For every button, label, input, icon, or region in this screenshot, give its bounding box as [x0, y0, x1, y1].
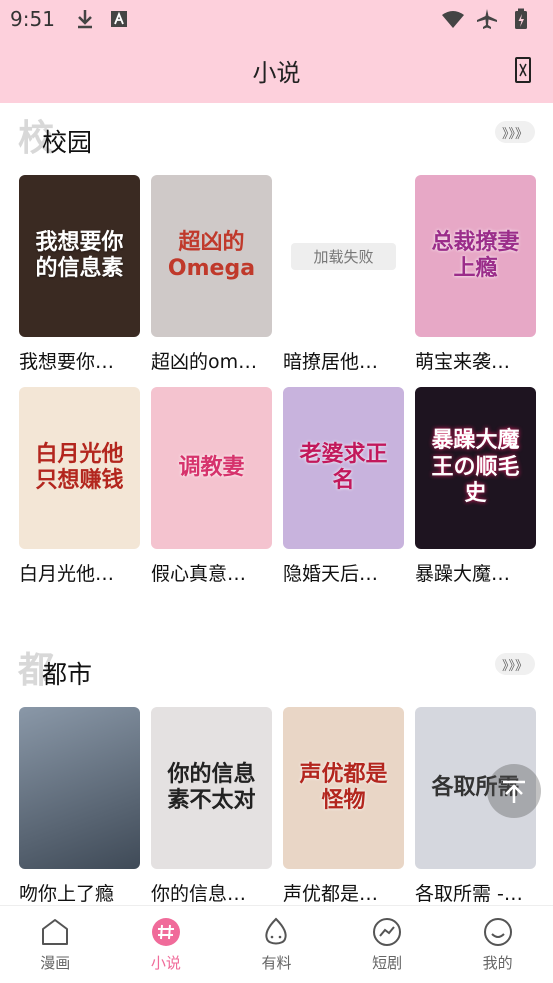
scroll-top-button[interactable]	[487, 764, 541, 818]
book-title[interactable]: 我想要你…	[19, 347, 140, 374]
nav-item-shortdrama[interactable]: 短剧	[332, 906, 443, 983]
book-grid-campus: 我想要你的信息素 我想要你… 超凶的Omega 超凶的om… 加载失败 暗撩居他…	[0, 175, 553, 599]
book-card[interactable]: 加载失败 暗撩居他…	[283, 175, 404, 387]
wifi-icon	[441, 7, 465, 31]
book-grid-city: 吻你上了瘾 你的信息素不太对 你的信息… 声优都是怪物 声优都是… 各取所需 各…	[0, 707, 553, 905]
book-card[interactable]: 我想要你的信息素 我想要你…	[19, 175, 140, 387]
book-card[interactable]: 吻你上了瘾	[19, 707, 140, 905]
book-title[interactable]: 声优都是…	[283, 879, 404, 905]
search-button[interactable]	[515, 57, 531, 83]
bottom-nav: 漫画 小说 有料 短剧 我的	[0, 905, 553, 983]
book-cover[interactable]: 暴躁大魔王の顺毛史	[415, 387, 536, 549]
smile-icon	[482, 916, 514, 948]
section-title: 都市	[42, 660, 93, 689]
book-title[interactable]: 吻你上了瘾	[19, 879, 140, 905]
book-card[interactable]: 暴躁大魔王の顺毛史 暴躁大魔…	[415, 387, 536, 599]
book-cover[interactable]: 超凶的Omega	[151, 175, 272, 337]
cover-title: 调教妻	[178, 454, 245, 480]
cover-title	[74, 782, 86, 794]
book-cover[interactable]: 加载失败	[283, 175, 404, 337]
book-card[interactable]: 老婆求正名 隐婚天后…	[283, 387, 404, 599]
book-title[interactable]: 假心真意…	[151, 559, 272, 586]
book-card[interactable]: 白月光他只想赚钱 白月光他…	[19, 387, 140, 599]
book-title[interactable]: 隐婚天后…	[283, 559, 404, 586]
section-more-button[interactable]: 》》》	[495, 121, 535, 143]
download-icon	[73, 7, 97, 31]
cover-title: 老婆求正名	[299, 441, 388, 493]
status-time: 9:51	[10, 7, 55, 31]
book-title[interactable]: 白月光他…	[19, 559, 140, 586]
book-title[interactable]: 各取所需 -…	[415, 879, 536, 905]
book-title[interactable]: 你的信息…	[151, 879, 272, 905]
book-cover[interactable]: 总裁撩妻上瘾	[415, 175, 536, 337]
cover-title: 暴躁大魔王の顺毛史	[431, 428, 520, 507]
book-card[interactable]: 你的信息素不太对 你的信息…	[151, 707, 272, 905]
app-header: 小说	[0, 38, 553, 103]
cover-title: 超凶的Omega	[167, 229, 256, 281]
book-cover[interactable]: 老婆求正名	[283, 387, 404, 549]
book-cover[interactable]: 我想要你的信息素	[19, 175, 140, 337]
comic-icon	[39, 916, 71, 948]
nav-label: 我的	[482, 954, 513, 972]
book-cover[interactable]: 声优都是怪物	[283, 707, 404, 869]
nav-label: 小说	[150, 954, 181, 972]
book-cover[interactable]: 你的信息素不太对	[151, 707, 272, 869]
section-header-campus: 校 校园 》》》	[0, 103, 553, 175]
nav-item-comic[interactable]: 漫画	[0, 906, 111, 983]
book-title[interactable]: 超凶的om…	[151, 347, 272, 374]
book-cover[interactable]: 白月光他只想赚钱	[19, 387, 140, 549]
page-title: 小说	[252, 59, 301, 87]
section-title: 校园	[42, 128, 93, 157]
egg-icon	[260, 916, 292, 948]
book-title[interactable]: 萌宝来袭…	[415, 347, 536, 374]
airplane-icon	[475, 7, 499, 31]
arrow-up-icon	[503, 780, 525, 803]
hash-icon	[150, 916, 182, 948]
trend-icon	[371, 916, 403, 948]
cover-title: 白月光他只想赚钱	[35, 441, 124, 493]
nav-label: 短剧	[372, 954, 403, 972]
nav-item-profile[interactable]: 我的	[442, 906, 553, 983]
cover-title: 总裁撩妻上瘾	[431, 229, 520, 281]
book-cover[interactable]: 调教妻	[151, 387, 272, 549]
status-bar: 9:51	[0, 0, 553, 38]
book-card[interactable]: 声优都是怪物 声优都是…	[283, 707, 404, 905]
nav-item-novel[interactable]: 小说	[111, 906, 222, 983]
book-title[interactable]: 暗撩居他…	[283, 347, 404, 374]
section-more-button[interactable]: 》》》	[495, 653, 535, 675]
cover-title: 声优都是怪物	[299, 761, 388, 813]
nav-item-feed[interactable]: 有料	[221, 906, 332, 983]
nav-label: 漫画	[40, 954, 71, 972]
load-failed-label: 加载失败	[291, 242, 396, 270]
battery-icon	[509, 7, 533, 31]
book-card[interactable]: 超凶的Omega 超凶的om…	[151, 175, 272, 387]
cover-title: 我想要你的信息素	[35, 229, 124, 281]
app-notification-icon	[107, 7, 131, 31]
book-card[interactable]: 总裁撩妻上瘾 萌宝来袭…	[415, 175, 536, 387]
cover-title: 你的信息素不太对	[167, 761, 256, 813]
section-header-city: 都 都市 》》》	[0, 635, 553, 707]
book-title[interactable]: 暴躁大魔…	[415, 559, 536, 586]
content-area[interactable]: 校 校园 》》》 我想要你的信息素 我想要你… 超凶的Omega 超凶的om… …	[0, 103, 553, 905]
book-cover[interactable]	[19, 707, 140, 869]
nav-label: 有料	[261, 954, 292, 972]
book-card[interactable]: 调教妻 假心真意…	[151, 387, 272, 599]
